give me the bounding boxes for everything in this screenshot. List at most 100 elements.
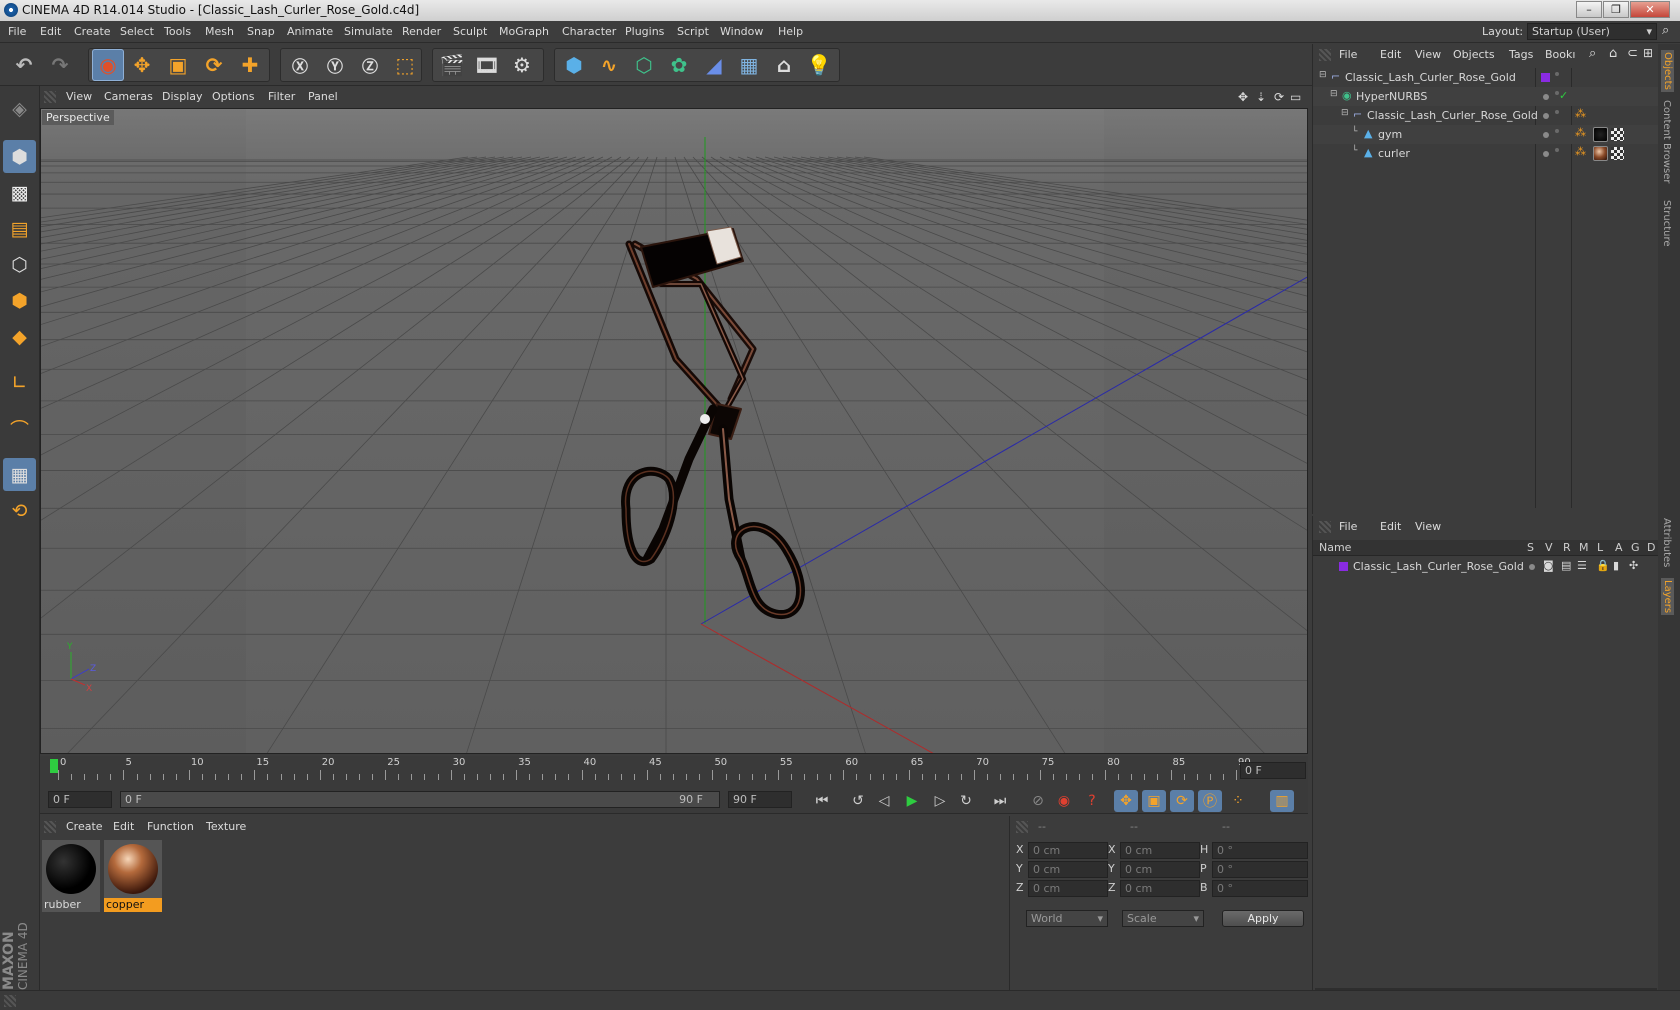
cube-primitive-icon[interactable]: ⬢ <box>558 49 590 81</box>
objects-menu-objects[interactable]: Objects <box>1453 48 1495 61</box>
render-visibility-icon[interactable] <box>1555 148 1559 152</box>
animation-toggle-icon[interactable]: ▮ <box>1613 559 1619 572</box>
viewport-menu-view[interactable]: View <box>66 90 92 103</box>
close-window-button[interactable]: ✕ <box>1630 1 1670 18</box>
camera-icon[interactable]: ⌂ <box>768 49 800 81</box>
tree-collapse-icon[interactable]: ⊟ <box>1319 70 1327 80</box>
layer-color-swatch[interactable] <box>1541 73 1550 82</box>
tab-structure[interactable]: Structure <box>1661 200 1672 247</box>
material-menu-edit[interactable]: Edit <box>113 820 134 833</box>
size-mode-dropdown[interactable]: Scale ▾ <box>1122 910 1204 927</box>
rotation-b-field[interactable]: 0 ° <box>1212 880 1308 897</box>
key-pla-icon[interactable]: ⁘ <box>1226 790 1250 812</box>
timeline-ruler[interactable]: 051015202530354045505560657075808590 0 F <box>40 756 1308 786</box>
redo-icon[interactable]: ↷ <box>44 49 76 81</box>
rotate-view-icon[interactable]: ⟳ <box>1274 90 1284 104</box>
search-icon[interactable]: ⌕ <box>1662 23 1669 38</box>
column-visible[interactable]: V <box>1545 541 1553 554</box>
render-visibility-icon[interactable] <box>1555 72 1559 76</box>
object-name[interactable]: HyperNURBS <box>1356 90 1427 103</box>
link-icon[interactable]: ⊂ <box>1627 46 1638 61</box>
frame-range-slider[interactable]: 0 F 90 F <box>120 791 720 808</box>
viewport-menu-cameras[interactable]: Cameras <box>104 90 153 103</box>
scale-tool-icon[interactable]: ▣ <box>162 49 194 81</box>
play-icon[interactable]: ▶ <box>900 790 924 812</box>
object-name[interactable]: Classic_Lash_Curler_Rose_Gold <box>1345 71 1516 84</box>
move-tool-icon[interactable]: ✥ <box>126 49 158 81</box>
render-view-icon[interactable]: 🎬 <box>436 49 468 81</box>
prev-frame-icon[interactable]: ◁ <box>872 790 896 812</box>
column-solo[interactable]: S <box>1527 541 1534 554</box>
material-tag-icon[interactable] <box>1593 146 1608 161</box>
column-animation[interactable]: A <box>1615 541 1623 554</box>
key-rotation-icon[interactable]: ⟳ <box>1170 790 1194 812</box>
menu-sculpt[interactable]: Sculpt <box>453 25 487 38</box>
nurbs-icon[interactable]: ⬡ <box>628 49 660 81</box>
start-frame-field[interactable]: 0 F <box>48 791 112 808</box>
tree-collapse-icon[interactable]: ⊟ <box>1330 89 1338 99</box>
next-key-icon[interactable]: ↻ <box>954 790 978 812</box>
layout-dropdown[interactable]: Startup (User) ▾ <box>1527 23 1657 40</box>
undo-icon[interactable]: ↶ <box>8 49 40 81</box>
key-position-icon[interactable]: ✥ <box>1114 790 1138 812</box>
apply-button[interactable]: Apply <box>1222 910 1304 927</box>
key-scale-icon[interactable]: ▣ <box>1142 790 1166 812</box>
render-visibility-icon[interactable] <box>1555 110 1559 114</box>
next-frame-icon[interactable]: ▷ <box>928 790 952 812</box>
tab-objects[interactable]: Objects <box>1661 50 1674 92</box>
object-name[interactable]: gym <box>1378 128 1402 141</box>
spline-icon[interactable]: ∿ <box>593 49 625 81</box>
objects-menu-file[interactable]: File <box>1339 48 1357 61</box>
viewport-menu-filter[interactable]: Filter <box>268 90 295 103</box>
visible-eye-icon[interactable]: ◙ <box>1543 559 1554 572</box>
record-keys-icon[interactable]: ⊘ <box>1026 790 1050 812</box>
workplane-mode-icon[interactable]: ▤ <box>3 212 36 245</box>
search-icon[interactable]: ⌕ <box>1589 46 1596 61</box>
menu-mesh[interactable]: Mesh <box>205 25 234 38</box>
make-editable-icon[interactable]: ◈ <box>3 92 36 125</box>
coord-mode-dropdown[interactable]: World ▾ <box>1026 910 1108 927</box>
menu-animate[interactable]: Animate <box>287 25 333 38</box>
minimize-button[interactable]: – <box>1576 1 1602 18</box>
uvw-tag-icon[interactable] <box>1611 147 1624 160</box>
zoom-view-icon[interactable]: ⇣ <box>1256 90 1266 104</box>
menu-render[interactable]: Render <box>402 25 441 38</box>
model-mode-icon[interactable]: ⬢ <box>3 140 36 173</box>
edges-mode-icon[interactable]: ⬢ <box>3 284 36 317</box>
grid-snap-icon[interactable]: ▦ <box>3 458 36 491</box>
y-axis-lock-icon[interactable]: Ⓨ <box>319 49 351 81</box>
viewport-menu-options[interactable]: Options <box>212 90 254 103</box>
column-deformers[interactable]: D <box>1647 541 1655 554</box>
editor-visibility-icon[interactable] <box>1543 94 1549 100</box>
keyframe-selection-icon[interactable]: ? <box>1080 790 1104 812</box>
axis-mode-icon[interactable]: ∟ <box>3 366 36 399</box>
render-settings-icon[interactable]: ⚙ <box>506 49 538 81</box>
rotation-p-field[interactable]: 0 ° <box>1212 861 1308 878</box>
add-object-icon[interactable]: ✚ <box>234 49 266 81</box>
layer-color-swatch[interactable] <box>1339 562 1348 571</box>
phong-tag-icon[interactable]: ⁂ <box>1575 107 1586 120</box>
toggle-view-icon[interactable]: ▭ <box>1290 90 1301 104</box>
deformer-icon[interactable]: ◢ <box>698 49 730 81</box>
home-icon[interactable]: ⌂ <box>1609 46 1617 61</box>
current-frame-field[interactable]: 0 F <box>1240 762 1306 779</box>
texture-mode-icon[interactable]: ▩ <box>3 176 36 209</box>
generator-toggle-icon[interactable]: ✣ <box>1629 559 1638 572</box>
material-menu-create[interactable]: Create <box>66 820 103 833</box>
column-manager[interactable]: M <box>1579 541 1589 554</box>
floor-icon[interactable]: ▦ <box>733 49 765 81</box>
menu-file[interactable]: File <box>8 25 26 38</box>
x-axis-lock-icon[interactable]: Ⓧ <box>284 49 316 81</box>
menu-character[interactable]: Character <box>562 25 616 38</box>
mograph-cloner-icon[interactable]: ✿ <box>663 49 695 81</box>
z-axis-lock-icon[interactable]: Ⓩ <box>354 49 386 81</box>
solo-toggle-icon[interactable] <box>1529 564 1535 570</box>
goto-start-icon[interactable]: ⏮ <box>810 790 834 812</box>
editor-visibility-icon[interactable] <box>1543 151 1549 157</box>
coordinate-system-icon[interactable]: ⬚ <box>389 49 421 81</box>
menu-window[interactable]: Window <box>720 25 763 38</box>
goto-end-icon[interactable]: ⏭ <box>988 790 1012 812</box>
tab-content-browser[interactable]: Content Browser <box>1661 100 1672 183</box>
objects-menu-bookmarks[interactable]: Bookı <box>1545 48 1575 61</box>
menu-help[interactable]: Help <box>778 25 803 38</box>
